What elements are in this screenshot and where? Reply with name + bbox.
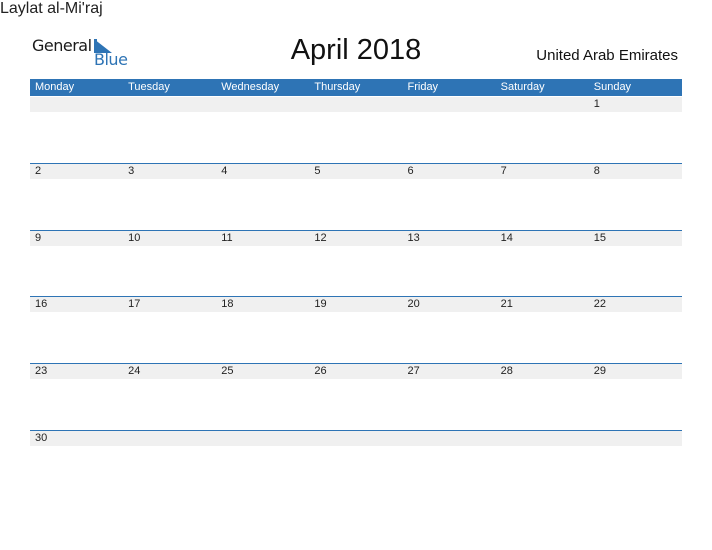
day-cell xyxy=(216,97,309,112)
calendar-week: 23 24 25 26 27 28 29 xyxy=(30,363,682,379)
calendar-week: 30 xyxy=(30,430,682,446)
weekday-monday: Monday xyxy=(35,81,75,93)
holiday-label: Laylat al-Mi'raj xyxy=(0,0,103,17)
weekday-saturday: Saturday xyxy=(500,81,545,93)
week-date-bar: 1 xyxy=(30,97,682,112)
day-cell: 25 xyxy=(221,365,234,377)
day-cell: 5 xyxy=(314,165,321,177)
day-cell: 10 xyxy=(128,232,141,244)
day-cell: 29 xyxy=(593,365,606,377)
day-cell xyxy=(496,97,589,112)
calendar-week: 2 3 4 5 6 7 8 xyxy=(30,163,682,179)
day-cell xyxy=(30,97,123,112)
calendar-week: 16 17 18 19 20 21 22 xyxy=(30,296,682,312)
week-date-bar: 30 xyxy=(30,430,682,446)
calendar-week: 9 10 11 12 13 14 15 xyxy=(30,230,682,246)
day-cell: 4 xyxy=(221,165,228,177)
day-cell: 1 xyxy=(593,98,600,110)
weekday-sunday: Sunday xyxy=(593,81,632,93)
day-cell xyxy=(403,431,496,446)
week-date-bar: 2 3 4 5 6 7 8 xyxy=(30,163,682,179)
day-cell: 20 xyxy=(407,298,420,310)
day-cell: 3 xyxy=(128,165,135,177)
calendar-week: 1 xyxy=(30,97,682,112)
day-cell xyxy=(403,97,496,112)
week-date-bar: 16 17 18 19 20 21 22 xyxy=(30,296,682,312)
day-cell: 15 xyxy=(593,232,606,244)
weekday-friday: Friday xyxy=(407,81,439,93)
day-cell: 11 xyxy=(221,232,233,244)
day-cell: 8 xyxy=(593,165,600,177)
day-cell xyxy=(496,431,589,446)
day-cell: 26 xyxy=(314,365,327,377)
day-cell: 22 xyxy=(593,298,606,310)
week-date-bar: 23 24 25 26 27 28 29 xyxy=(30,363,682,379)
day-cell: 27 xyxy=(407,365,420,377)
day-cell: 28 xyxy=(500,365,513,377)
weekday-wednesday: Wednesday xyxy=(221,81,280,93)
day-cell: 18 xyxy=(221,298,234,310)
day-cell: 12 xyxy=(314,232,327,244)
day-cell: 9 xyxy=(35,232,42,244)
day-cell: 6 xyxy=(407,165,414,177)
day-cell: 2 xyxy=(35,165,42,177)
day-cell: 24 xyxy=(128,365,141,377)
day-cell xyxy=(123,97,216,112)
day-cell xyxy=(309,431,402,446)
weekday-tuesday: Tuesday xyxy=(128,81,170,93)
day-cell: 23 xyxy=(35,365,48,377)
day-cell: 30 xyxy=(35,432,48,444)
day-cell: 21 xyxy=(500,298,513,310)
weekday-header: Monday Tuesday Wednesday Thursday Friday… xyxy=(30,79,682,96)
day-cell xyxy=(589,431,682,446)
day-cell: 13 xyxy=(407,232,420,244)
weekday-thursday: Thursday xyxy=(314,81,361,93)
day-cell: 16 xyxy=(35,298,48,310)
week-date-bar: 9 10 11 12 13 14 15 xyxy=(30,230,682,246)
day-cell: 19 xyxy=(314,298,327,310)
day-cell: 17 xyxy=(128,298,141,310)
calendar-grid: 1 2 3 4 5 6 7 8 9 10 11 12 13 14 15 16 17 18 19 20 21 22 23 24 2… xyxy=(0,0,712,446)
day-cell: 7 xyxy=(500,165,507,177)
day-cell: 14 xyxy=(500,232,513,244)
day-cell xyxy=(123,431,216,446)
day-cell xyxy=(216,431,309,446)
day-cell xyxy=(309,97,402,112)
country-label: United Arab Emirates xyxy=(536,47,678,64)
